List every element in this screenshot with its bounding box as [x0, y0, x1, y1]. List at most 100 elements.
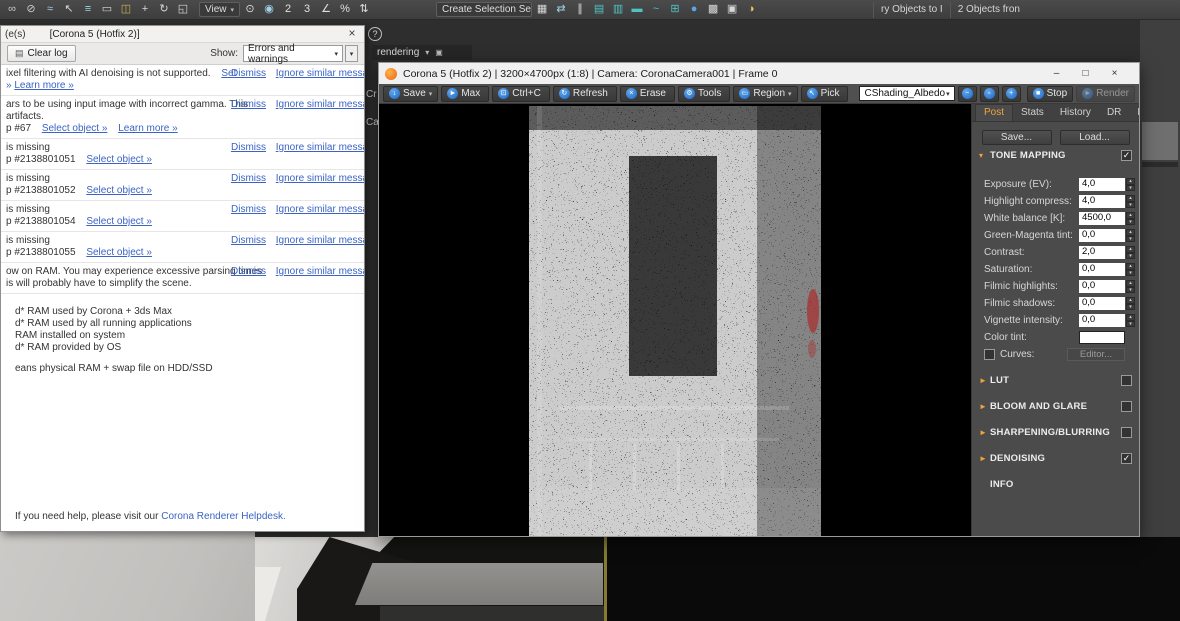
select-object-link[interactable]: Select object »: [86, 154, 152, 165]
dismiss-link[interactable]: Dismiss: [231, 266, 266, 277]
load-settings-button[interactable]: Load...: [1059, 130, 1130, 145]
select-object-link[interactable]: Select object »: [86, 185, 152, 196]
reference-coordinate-dropdown[interactable]: View ▾: [199, 2, 241, 17]
ignore-similar-link[interactable]: Ignore similar messages: [276, 99, 364, 110]
render-production-icon[interactable]: ◑: [742, 2, 760, 18]
select-and-scale-icon[interactable]: ◱: [174, 2, 192, 18]
toggle-ribbon-icon[interactable]: ▬: [628, 2, 646, 18]
pick-button[interactable]: ↖ Pick: [800, 85, 849, 102]
ignore-similar-link[interactable]: Ignore similar messages: [276, 204, 364, 215]
select-by-name-icon[interactable]: ≡: [79, 2, 97, 18]
section-checkbox[interactable]: [1121, 401, 1132, 412]
spinner-down-icon[interactable]: ▾: [1126, 252, 1135, 259]
select-object-icon[interactable]: ↖: [60, 2, 78, 18]
max-button[interactable]: ► Max: [441, 85, 490, 102]
select-object-link[interactable]: Select object »: [86, 247, 152, 258]
dismiss-link[interactable]: Dismiss: [231, 99, 266, 110]
erase-button[interactable]: × Erase: [619, 85, 675, 102]
tab-stats[interactable]: Stats: [1013, 105, 1052, 121]
dismiss-link[interactable]: Dismiss: [231, 68, 266, 79]
spinner[interactable]: ▴ ▾: [1126, 297, 1135, 310]
toolbar-text-button[interactable]: ry Objects to I: [873, 1, 950, 18]
select-object-link[interactable]: Select object »: [86, 216, 152, 227]
tools-button[interactable]: ⚙ Tools: [677, 85, 731, 102]
zoom-reset-button[interactable]: ▫: [979, 85, 999, 102]
parameter-value-field[interactable]: 4500,0: [1079, 212, 1125, 225]
parameter-value-field[interactable]: 0,0: [1079, 314, 1125, 327]
snap-toggle-2d-icon[interactable]: 2: [279, 2, 297, 18]
tab-history[interactable]: History: [1052, 105, 1099, 121]
learn-more-link[interactable]: Learn more »: [118, 123, 177, 134]
dismiss-link[interactable]: Dismiss: [231, 235, 266, 246]
ignore-similar-link[interactable]: Ignore similar messages: [276, 235, 364, 246]
spinner-down-icon[interactable]: ▾: [1126, 235, 1135, 242]
vfb-titlebar[interactable]: Corona 5 (Hotfix 2) | 3200×4700px (1:8) …: [379, 63, 1139, 84]
parameter-value-field[interactable]: 0,0: [1079, 229, 1125, 242]
select-and-move-icon[interactable]: +: [136, 2, 154, 18]
angle-snap-icon[interactable]: ∠: [317, 2, 335, 18]
section-checkbox[interactable]: [1121, 375, 1132, 386]
select-object-link[interactable]: Select object »: [42, 123, 108, 134]
curves-checkbox[interactable]: [984, 349, 995, 360]
rectangular-selection-icon[interactable]: ▭: [98, 2, 116, 18]
spinner[interactable]: ▴ ▾: [1126, 314, 1135, 327]
collapsed-section-header[interactable]: ► DENOISING ✓: [972, 450, 1139, 467]
render-setup-icon[interactable]: ▩: [704, 2, 722, 18]
spinner[interactable]: ▴ ▾: [1126, 178, 1135, 191]
tab-dr[interactable]: DR: [1099, 105, 1129, 121]
edit-named-selection-sets-icon[interactable]: ▦: [533, 2, 551, 18]
zoom-in-button[interactable]: +: [1001, 85, 1021, 102]
learn-more-link[interactable]: Learn more »: [14, 80, 73, 91]
section-checkbox[interactable]: ✓: [1121, 453, 1132, 464]
section-tone-mapping[interactable]: ▾ TONE MAPPING ✓: [972, 147, 1139, 164]
rendered-frame-window-icon[interactable]: ▣: [723, 2, 741, 18]
helpdesk-link[interactable]: Corona Renderer Helpdesk.: [161, 511, 286, 522]
help-icon[interactable]: ?: [368, 27, 382, 41]
parameter-value-field[interactable]: 0,0: [1079, 280, 1125, 293]
curves-editor-button[interactable]: Editor...: [1067, 348, 1125, 361]
align-icon[interactable]: ∥: [571, 2, 589, 18]
parameter-value-field[interactable]: 4,0: [1079, 178, 1125, 191]
unlink-selection-icon[interactable]: ⊘: [22, 2, 40, 18]
parameter-value-field[interactable]: 2,0: [1079, 246, 1125, 259]
maximize-icon[interactable]: □: [1071, 63, 1100, 84]
percent-snap-icon[interactable]: %: [336, 2, 354, 18]
toggle-layer-explorer-icon[interactable]: ▥: [609, 2, 627, 18]
parameter-value-field[interactable]: 0,0: [1079, 297, 1125, 310]
section-info[interactable]: INFO: [972, 476, 1139, 493]
bind-to-space-warp-icon[interactable]: ≈: [41, 2, 59, 18]
zoom-out-button[interactable]: −: [957, 85, 977, 102]
copy-button[interactable]: ⊡ Ctrl+C: [492, 85, 550, 102]
spinner-down-icon[interactable]: ▾: [1126, 320, 1135, 327]
spinner-down-icon[interactable]: ▾: [1126, 218, 1135, 225]
minimize-icon[interactable]: –: [1042, 63, 1071, 84]
material-editor-icon[interactable]: ●: [685, 2, 703, 18]
region-button[interactable]: ▭ Region ▾: [733, 85, 798, 102]
spinner-down-icon[interactable]: ▾: [1126, 269, 1135, 276]
spinner-down-icon[interactable]: ▾: [1126, 201, 1135, 208]
select-and-link-icon[interactable]: ∞: [3, 2, 21, 18]
dismiss-link[interactable]: Dismiss: [231, 142, 266, 153]
curve-editor-icon[interactable]: ~: [647, 2, 665, 18]
collapsed-section-header[interactable]: ► BLOOM AND GLARE: [972, 398, 1139, 415]
save-button[interactable]: ↓ Save ▾: [383, 85, 439, 102]
collapsed-section-header[interactable]: ► SHARPENING/BLURRING: [972, 424, 1139, 441]
close-icon[interactable]: ×: [343, 27, 361, 41]
collapsed-section-header[interactable]: ► LUT: [972, 372, 1139, 389]
spinner[interactable]: ▴ ▾: [1126, 212, 1135, 225]
save-settings-button[interactable]: Save...: [981, 130, 1052, 145]
ignore-similar-link[interactable]: Ignore similar messages: [276, 266, 364, 277]
parameter-value-field[interactable]: 4,0: [1079, 195, 1125, 208]
select-and-rotate-icon[interactable]: ↻: [155, 2, 173, 18]
dismiss-link[interactable]: Dismiss: [231, 204, 266, 215]
refresh-button[interactable]: ↻ Refresh: [552, 85, 617, 102]
render-element-dropdown[interactable]: CShading_Albedo ▾: [859, 86, 955, 101]
clear-log-button[interactable]: ▤ Clear log: [7, 45, 76, 62]
ignore-similar-link[interactable]: Ignore similar messages: [276, 142, 364, 153]
spinner-down-icon[interactable]: ▾: [1126, 184, 1135, 191]
select-and-manipulate-icon[interactable]: ◉: [260, 2, 278, 18]
named-selection-set-field[interactable]: Create Selection Se ▾: [436, 2, 533, 17]
section-checkbox[interactable]: [1121, 427, 1132, 438]
spinner[interactable]: ▴ ▾: [1126, 246, 1135, 259]
chevron-down-icon[interactable]: ▾: [425, 48, 429, 57]
